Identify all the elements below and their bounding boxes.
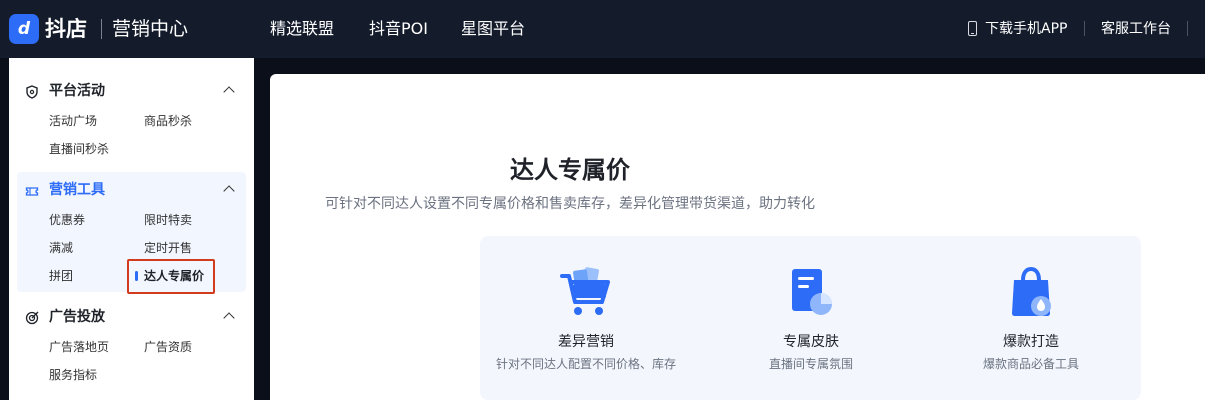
feature-title: 专属皮肤: [783, 334, 839, 350]
sidebar-item-limited-sale[interactable]: 限时特卖: [144, 212, 192, 229]
download-app-link[interactable]: 下载手机APP: [985, 19, 1067, 39]
sidebar-group-title: 平台活动: [49, 83, 105, 99]
feature-title: 爆款打造: [1003, 334, 1059, 350]
feature-title: 差异营销: [558, 334, 614, 350]
sidebar-item-full-reduction[interactable]: 满减: [49, 240, 73, 257]
main-content-panel: 达人专属价 可针对不同达人设置不同专属价格和售卖库存，差异化管理带货渠道，助力转…: [270, 74, 1205, 400]
shield-icon: [26, 85, 38, 99]
nav-item-xingtu-platform[interactable]: 星图平台: [461, 18, 525, 40]
chevron-up-icon[interactable]: [223, 86, 235, 98]
document-chart-icon: [792, 269, 832, 315]
page-subtitle: 可针对不同达人设置不同专属价格和售卖库存，差异化管理带货渠道，助力转化: [325, 196, 815, 212]
sidebar-item-ad-landing-page[interactable]: 广告落地页: [49, 339, 109, 356]
sidebar-item-service-metrics[interactable]: 服务指标: [49, 367, 97, 384]
target-icon: [25, 311, 39, 325]
sidebar-item-coupons[interactable]: 优惠券: [49, 212, 85, 229]
feature-panel: 差异营销 针对不同达人配置不同价格、库存 专属皮肤 直播间专属氛围 爆款打造 爆…: [480, 236, 1141, 400]
nav-item-douyin-poi[interactable]: 抖音POI: [369, 18, 428, 40]
feature-description: 直播间专属氛围: [768, 357, 853, 371]
header-divider: [1084, 21, 1085, 36]
sidebar: 平台活动 活动广场 商品秒杀 直播间秒杀 营销工具 优惠券 限时特卖 满减 定时…: [9, 58, 254, 400]
sidebar-item-flash-sale[interactable]: 商品秒杀: [144, 113, 192, 130]
cart-icon: [560, 267, 610, 315]
sidebar-item-ad-qualification[interactable]: 广告资质: [144, 339, 192, 356]
customer-service-link[interactable]: 客服工作台: [1101, 19, 1171, 39]
doudian-logo-icon[interactable]: d: [9, 14, 39, 44]
top-navigation-bar: d 抖店 营销中心 精选联盟 抖音POI 星图平台 下载手机APP 客服工作台: [0, 0, 1205, 58]
shopping-bag-icon: [1012, 266, 1051, 316]
logo-divider: [101, 19, 102, 39]
highlight-box: [127, 259, 215, 294]
sidebar-item-group-buy[interactable]: 拼团: [49, 268, 73, 285]
header-divider: [1187, 21, 1188, 36]
sidebar-item-activity-plaza[interactable]: 活动广场: [49, 113, 97, 130]
nav-item-selected-alliance[interactable]: 精选联盟: [270, 18, 334, 40]
sidebar-group-ad-delivery[interactable]: 广告投放: [9, 304, 254, 332]
sidebar-group-platform-activities[interactable]: 平台活动: [9, 78, 254, 106]
chevron-up-icon[interactable]: [223, 312, 235, 324]
logo-text[interactable]: 抖店: [45, 15, 87, 43]
feature-description: 爆款商品必备工具: [982, 357, 1079, 371]
page-title: 达人专属价: [510, 156, 630, 184]
sidebar-item-scheduled-sale[interactable]: 定时开售: [144, 240, 192, 257]
phone-icon[interactable]: [968, 21, 977, 36]
marketing-center-title: 营销中心: [112, 18, 189, 40]
sidebar-group-title: 广告投放: [49, 309, 105, 325]
feature-description: 针对不同达人配置不同价格、库存: [495, 357, 676, 371]
